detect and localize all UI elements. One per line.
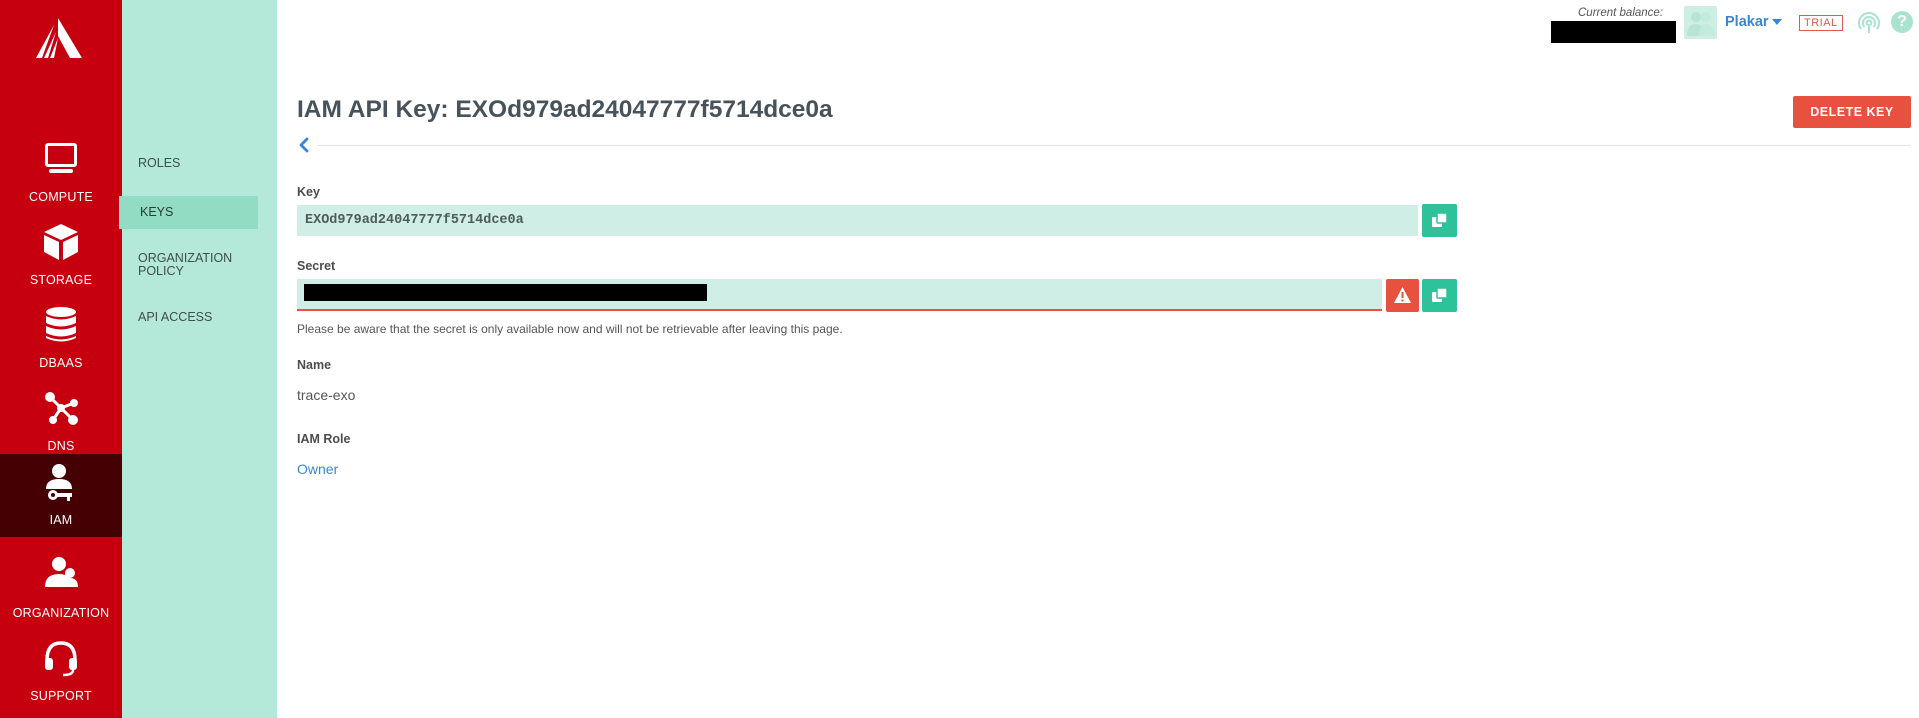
logo-icon[interactable] xyxy=(32,16,84,60)
secret-warning-button[interactable] xyxy=(1386,279,1419,312)
sidebar-item-label: ORGANIZATION xyxy=(12,606,110,620)
secret-field[interactable] xyxy=(297,279,1382,311)
main-sidebar: COMPUTE STORAGE DBAAS DNS IAM ORGANIZATI… xyxy=(0,0,122,718)
subnav-item-roles[interactable]: ROLES xyxy=(138,157,277,170)
signal-icon[interactable] xyxy=(1857,11,1881,35)
user-menu[interactable]: Plakar xyxy=(1725,14,1769,30)
copy-icon xyxy=(1432,212,1448,227)
network-icon xyxy=(45,392,78,425)
key-label: Key xyxy=(297,185,320,199)
warning-icon xyxy=(1394,287,1411,303)
help-icon[interactable]: ? xyxy=(1891,11,1913,33)
secret-help-text: Please be aware that the secret is only … xyxy=(297,322,843,336)
chevron-down-icon[interactable] xyxy=(1772,19,1782,25)
users-avatar-icon xyxy=(1687,12,1714,36)
balance-label: Current balance: xyxy=(1578,7,1664,19)
copy-icon xyxy=(1432,287,1448,302)
trial-badge: TRIAL xyxy=(1799,15,1843,31)
role-label: IAM Role xyxy=(297,432,351,446)
sidebar-item-label: SUPPORT xyxy=(30,689,92,703)
cube-icon xyxy=(44,224,78,260)
sidebar-item-label: IAM xyxy=(49,513,73,527)
role-link[interactable]: Owner xyxy=(297,461,338,477)
sidebar-item-support[interactable]: SUPPORT xyxy=(0,630,122,713)
sidebar-item-label: DBAAS xyxy=(39,356,83,370)
subnav-item-keys[interactable]: KEYS xyxy=(119,196,258,229)
sidebar-item-label: STORAGE xyxy=(29,273,93,287)
name-value: trace-exo xyxy=(297,387,356,403)
sidebar-item-compute[interactable]: COMPUTE xyxy=(0,131,122,214)
delete-key-button[interactable]: DELETE KEY xyxy=(1793,96,1911,128)
subnav-item-api-access[interactable]: API ACCESS xyxy=(138,311,277,324)
secret-value-redacted xyxy=(304,284,707,301)
database-icon xyxy=(46,307,76,342)
user-key-icon xyxy=(46,464,72,501)
app: COMPUTE STORAGE DBAAS DNS IAM ORGANIZATI… xyxy=(0,0,1919,718)
divider xyxy=(318,145,1911,146)
sidebar-item-organization[interactable]: ORGANIZATION xyxy=(0,547,122,630)
name-label: Name xyxy=(297,358,332,372)
secret-label: Secret xyxy=(297,259,336,273)
avatar[interactable] xyxy=(1684,6,1717,39)
sidebar-item-iam[interactable]: IAM xyxy=(0,454,122,537)
sidebar-item-storage[interactable]: STORAGE xyxy=(0,214,122,297)
iam-subnav: ROLES KEYS ORGANIZATION POLICY API ACCES… xyxy=(119,0,277,718)
balance-value-redacted xyxy=(1551,21,1676,43)
people-icon xyxy=(45,557,78,587)
key-field[interactable]: EXOd979ad24047777f5714dce0a xyxy=(297,205,1418,236)
sidebar-item-dbaas[interactable]: DBAAS xyxy=(0,297,122,380)
subnav-item-organization-policy[interactable]: ORGANIZATION POLICY xyxy=(138,252,258,278)
back-chevron-icon[interactable] xyxy=(297,137,311,153)
sidebar-item-label: DNS xyxy=(47,439,75,453)
page-title: IAM API Key: EXOd979ad24047777f5714dce0a xyxy=(297,96,833,123)
sidebar-item-dns[interactable]: DNS xyxy=(0,380,122,463)
sidebar-item-label: COMPUTE xyxy=(29,190,93,204)
copy-secret-button[interactable] xyxy=(1422,279,1457,312)
copy-key-button[interactable] xyxy=(1422,204,1457,237)
headset-icon xyxy=(45,641,77,677)
monitor-icon xyxy=(45,143,77,173)
